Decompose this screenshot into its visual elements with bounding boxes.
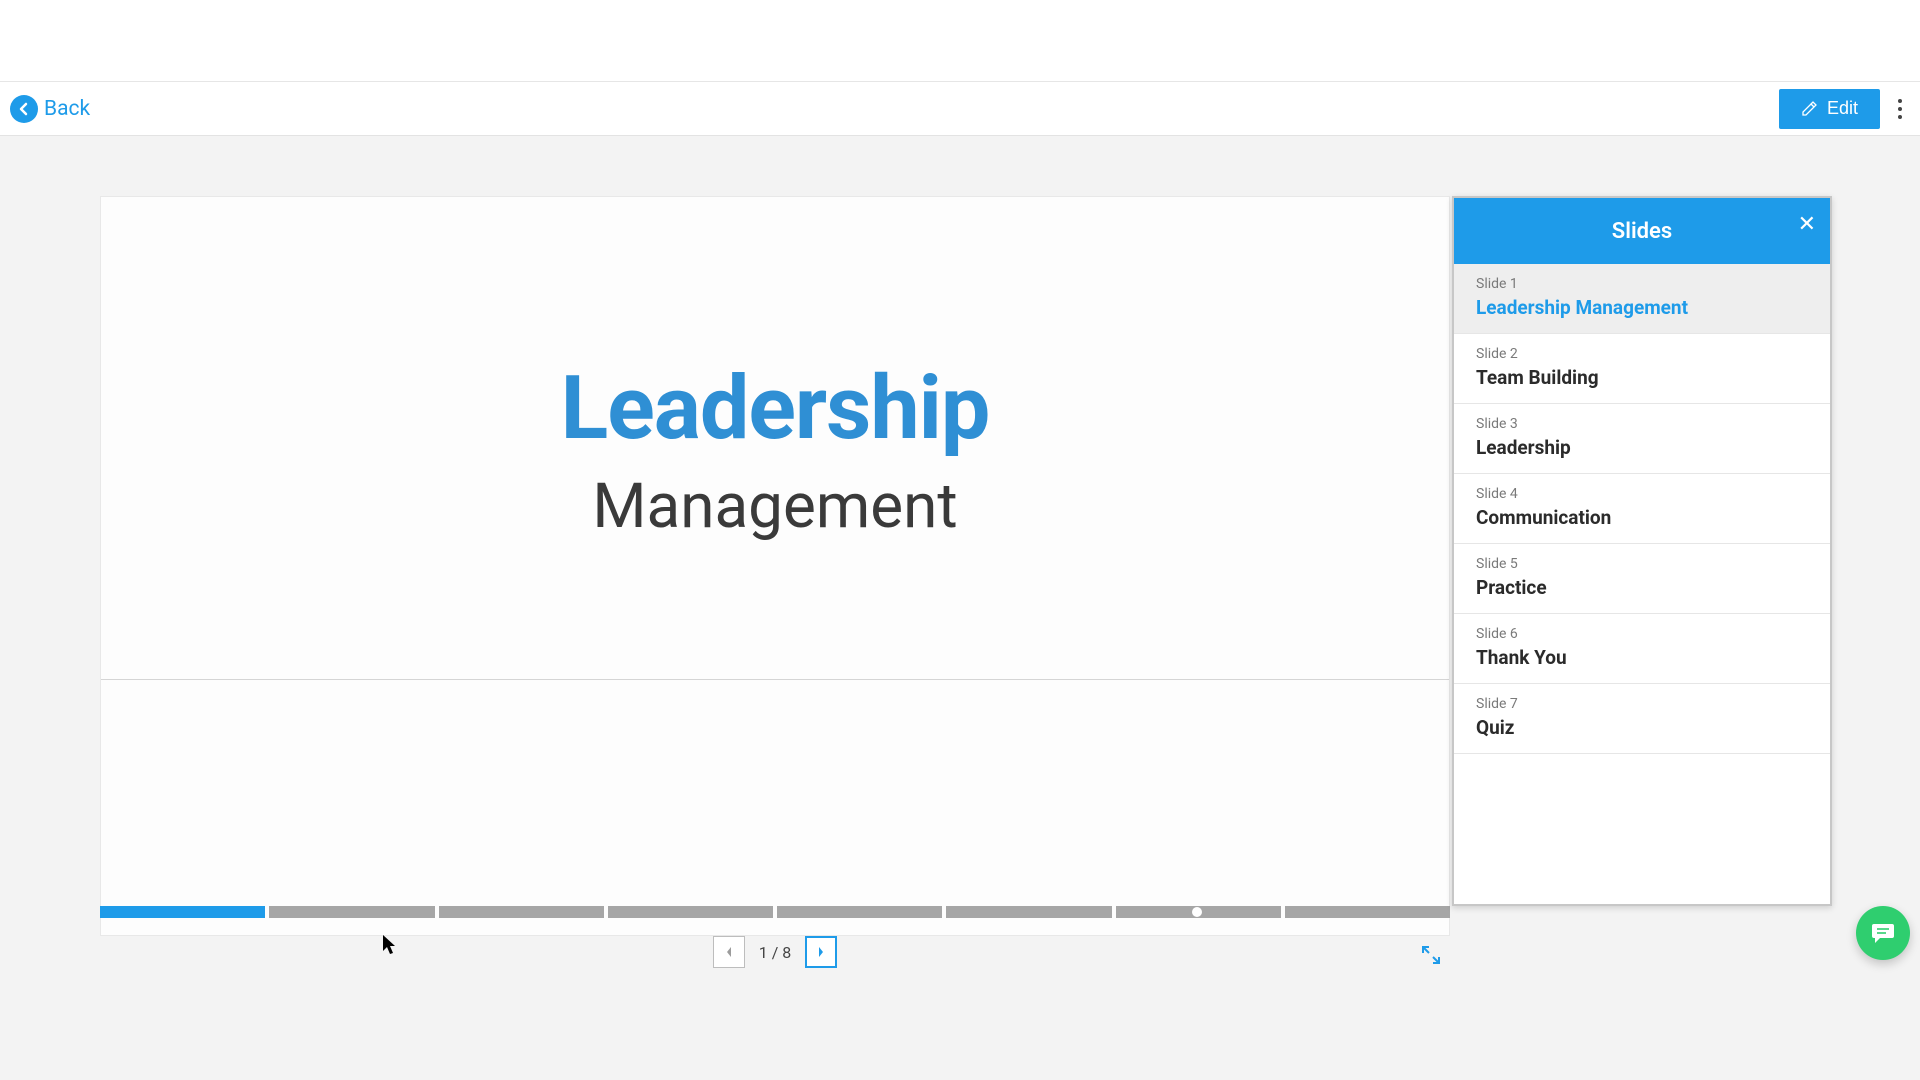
chat-icon	[1870, 921, 1896, 945]
slide-item-num: Slide 1	[1476, 276, 1808, 292]
slide-item-name: Leadership Management	[1476, 296, 1808, 319]
slide-item-num: Slide 5	[1476, 556, 1808, 572]
slide-item-7[interactable]: Slide 7 Quiz	[1454, 684, 1830, 754]
slide-item-num: Slide 3	[1476, 416, 1808, 432]
slide-item-num: Slide 6	[1476, 626, 1808, 642]
progress-segment[interactable]	[608, 906, 773, 918]
expand-icon	[1420, 944, 1442, 966]
pencil-icon	[1801, 101, 1817, 117]
progress-dot[interactable]	[1192, 907, 1202, 917]
progress-segment[interactable]	[439, 906, 604, 918]
progress-segment[interactable]	[1285, 906, 1450, 918]
progress-bar[interactable]	[100, 906, 1450, 918]
slide-item-num: Slide 4	[1476, 486, 1808, 502]
slide-divider	[101, 679, 1449, 680]
slide-item-num: Slide 7	[1476, 696, 1808, 712]
fullscreen-button[interactable]	[1420, 944, 1442, 970]
nav-controls: 1 / 8	[100, 936, 1450, 968]
chat-button[interactable]	[1856, 906, 1910, 960]
slides-panel-title: Slides	[1612, 219, 1672, 244]
slides-panel-header: Slides ✕	[1454, 198, 1830, 264]
slide-item-name: Thank You	[1476, 646, 1808, 669]
page-current: 1	[759, 943, 768, 962]
stage: Leadership Management 1 / 8 Slides ✕ Sli…	[0, 136, 1920, 1080]
slide-item-num: Slide 2	[1476, 346, 1808, 362]
slide-canvas: Leadership Management	[100, 196, 1450, 936]
prev-slide-button[interactable]	[713, 936, 745, 968]
close-icon[interactable]: ✕	[1798, 212, 1816, 237]
slide-item-4[interactable]: Slide 4 Communication	[1454, 474, 1830, 544]
slides-panel-list: Slide 1 Leadership Management Slide 2 Team …	[1454, 264, 1830, 754]
edit-label: Edit	[1827, 98, 1858, 119]
slide-title: Leadership	[101, 357, 1449, 460]
progress-segment[interactable]	[269, 906, 434, 918]
page-indicator: 1 / 8	[759, 943, 792, 962]
slide-item-3[interactable]: Slide 3 Leadership	[1454, 404, 1830, 474]
toolbar-right: Edit	[1779, 89, 1910, 129]
edit-button[interactable]: Edit	[1779, 89, 1880, 129]
slide-item-name: Leadership	[1476, 436, 1808, 459]
slide-item-name: Quiz	[1476, 716, 1808, 739]
caret-left-icon	[724, 945, 734, 959]
page-total: 8	[782, 943, 791, 962]
slide-item-name: Communication	[1476, 506, 1808, 529]
slide-item-6[interactable]: Slide 6 Thank You	[1454, 614, 1830, 684]
more-menu-button[interactable]	[1890, 91, 1910, 127]
back-label: Back	[44, 97, 90, 121]
chevron-left-icon	[10, 95, 38, 123]
slide-content: Leadership Management	[101, 357, 1449, 543]
next-slide-button[interactable]	[805, 936, 837, 968]
toolbar: Back Edit	[0, 82, 1920, 136]
slide-item-1[interactable]: Slide 1 Leadership Management	[1454, 264, 1830, 334]
slide-item-5[interactable]: Slide 5 Practice	[1454, 544, 1830, 614]
slides-panel: Slides ✕ Slide 1Leadership ManagementSli…	[1452, 196, 1832, 906]
slide-item-name: Practice	[1476, 576, 1808, 599]
browser-top-space	[0, 0, 1920, 82]
slide-item-name: Team Building	[1476, 366, 1808, 389]
caret-right-icon	[816, 945, 826, 959]
slide-subtitle: Management	[101, 470, 1449, 543]
progress-segment[interactable]	[777, 906, 942, 918]
progress-segment[interactable]	[100, 906, 265, 918]
page-sep: /	[768, 943, 783, 962]
progress-segment[interactable]	[946, 906, 1111, 918]
back-button[interactable]: Back	[10, 95, 90, 123]
slide-item-2[interactable]: Slide 2 Team Building	[1454, 334, 1830, 404]
